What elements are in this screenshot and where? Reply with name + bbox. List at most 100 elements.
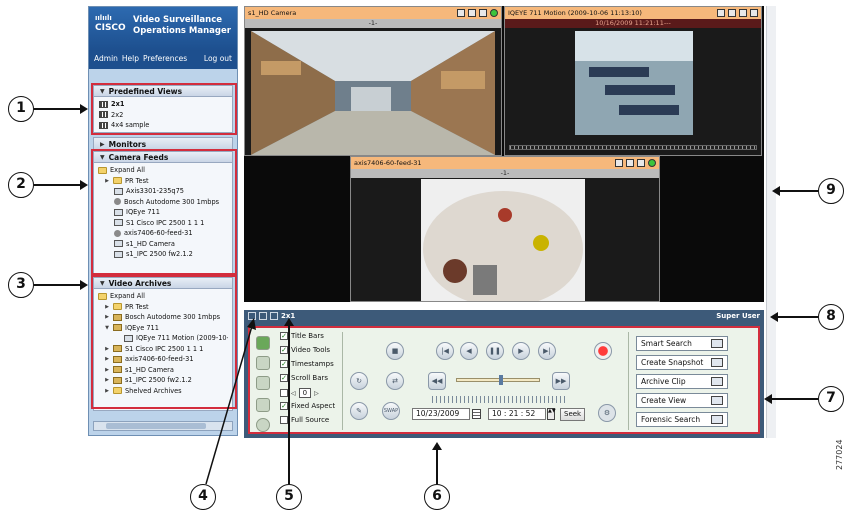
callout-1-arrow [80,104,88,114]
archive-clip-icon [711,377,723,386]
callout-9-line [778,190,818,192]
snapshot-icon[interactable] [717,9,725,17]
scrollbar-thumb[interactable] [106,423,206,429]
option-stepper[interactable]: ◁ 0 ▷ [280,388,319,398]
menu-admin[interactable]: Admin [94,54,118,66]
callout-4-line [205,318,256,485]
status-green-icon [648,159,656,167]
status-green-icon [490,9,498,17]
rewind-button[interactable]: ◀◀ [428,372,446,390]
play-button[interactable]: ▶ [512,342,530,360]
time-spinner-icon[interactable]: ▲▼ [547,408,556,420]
smart-search-button[interactable]: Smart Search [636,336,728,351]
up-arrow-icon[interactable] [479,9,487,17]
stepper-value[interactable]: 0 [298,388,312,398]
control-panel-inner: ✓ Title Bars ✓ Video Tools ✓ Timestamps ✓ Sc… [248,326,760,434]
layout-bar: 2x1 Super User [244,310,764,322]
decrement-icon[interactable]: ◁ [291,390,296,397]
option-title-bars[interactable]: ✓ Title Bars [280,332,324,340]
pane-2-timeline[interactable] [509,145,757,150]
highlight-box-camera-feeds [91,149,237,275]
step-back-button[interactable]: ◀ [460,342,478,360]
swap-button[interactable]: SWAP [382,402,400,420]
layout-grid-icon[interactable] [270,312,278,320]
increment-icon[interactable]: ▷ [314,390,319,397]
zoom-icon[interactable] [626,159,634,167]
highlight-box-predefined-views [91,83,237,135]
skip-start-button[interactable]: |◀ [436,342,454,360]
zoom-icon[interactable] [728,9,736,17]
menu-help[interactable]: Help [122,54,139,66]
video-pane-1[interactable]: s1_HD Camera -1- [244,6,502,156]
up-arrow-icon[interactable] [637,159,645,167]
divider [628,332,629,430]
fisheye-video-frame [421,179,585,301]
jog-wheel[interactable] [432,396,566,403]
pane-3-title: axis7406-60-feed-31 [354,159,422,167]
forensic-search-icon [711,415,723,424]
waiting-room-video-frame [575,31,693,135]
scroll-bars-checkbox[interactable]: ✓ [280,374,288,382]
zoom-icon[interactable] [468,9,476,17]
timestamps-checkbox[interactable]: ✓ [280,360,288,368]
callout-5-arrow [284,318,294,326]
settings-gear-icon[interactable]: ⚙ [598,404,616,422]
time-field[interactable]: 10 : 21 : 52 [488,408,546,420]
top-menu: Admin Help Preferences Log out [89,51,237,69]
divider [342,332,343,430]
full-source-checkbox[interactable] [280,416,288,424]
callout-9-arrow [772,186,780,196]
forensic-search-button[interactable]: Forensic Search [636,412,728,427]
snapshot-icon[interactable] [615,159,623,167]
callout-3-arrow [80,280,88,290]
stepper-checkbox[interactable] [280,389,288,397]
monitors-header[interactable]: ▶ Monitors [94,138,232,149]
callout-6: 6 [424,484,450,510]
archive-clip-button[interactable]: Archive Clip [636,374,728,389]
callout-1: 1 [8,96,34,122]
layout-2x1-icon[interactable] [259,312,267,320]
create-view-button[interactable]: Create View [636,393,728,408]
app-title: Video Surveillance Operations Manager [133,15,231,37]
figure-root: ıılıılı CISCO Video Surveillance Operati… [0,0,852,516]
sync-icon[interactable]: ↻ [350,372,368,390]
playback-speed-slider[interactable] [456,375,540,385]
callout-2-arrow [80,180,88,190]
slider-thumb[interactable] [499,375,503,385]
callout-2-line [34,184,86,186]
date-field[interactable]: 10/23/2009 [412,408,470,420]
pencil-icon[interactable]: ✎ [350,402,368,420]
title-bars-checkbox[interactable]: ✓ [280,332,288,340]
stop-button[interactable]: ■ [386,342,404,360]
calendar-icon[interactable] [472,409,481,419]
menu-preferences[interactable]: Preferences [143,54,187,66]
create-snapshot-button[interactable]: Create Snapshot [636,355,728,370]
video-pane-3[interactable]: axis7406-60-feed-31 -1- [350,156,660,302]
monitors-panel: ▶ Monitors [93,137,233,149]
fast-forward-button[interactable]: ▶▶ [552,372,570,390]
menu-logout[interactable]: Log out [204,54,232,66]
loop-icon[interactable]: ⇄ [386,372,404,390]
skip-end-button[interactable]: ▶| [538,342,556,360]
main-vertical-scrollbar[interactable] [766,6,776,438]
fixed-aspect-checkbox[interactable]: ✓ [280,402,288,410]
callout-3-line [34,284,86,286]
video-tools-checkbox[interactable]: ✓ [280,346,288,354]
callout-7: 7 [818,386,844,412]
video-pane-2[interactable]: IQEYE 711 Motion (2009-10-06 11:13:10) 1… [504,6,762,156]
pane-2-timestamp: 10/16/2009 11:21:11--- [505,19,761,28]
cisco-logo: ıılıılı CISCO [95,13,129,33]
pause-icon[interactable] [750,9,758,17]
callout-8-line [776,316,818,318]
callout-8-arrow [770,312,778,322]
seek-button[interactable]: Seek [560,408,586,421]
video-area: s1_HD Camera -1- IQEYE 711 Motion (2009-… [244,6,764,302]
grid-view-icon [711,396,723,405]
record-button[interactable] [594,342,612,360]
snapshot-icon[interactable] [457,9,465,17]
pane-1-title-bar: s1_HD Camera [245,7,501,19]
up-arrow-icon[interactable] [739,9,747,17]
pane-2-title: IQEYE 711 Motion (2009-10-06 11:13:10) [508,9,642,17]
callout-5: 5 [276,484,302,510]
pause-button[interactable]: ❚❚ [486,342,504,360]
